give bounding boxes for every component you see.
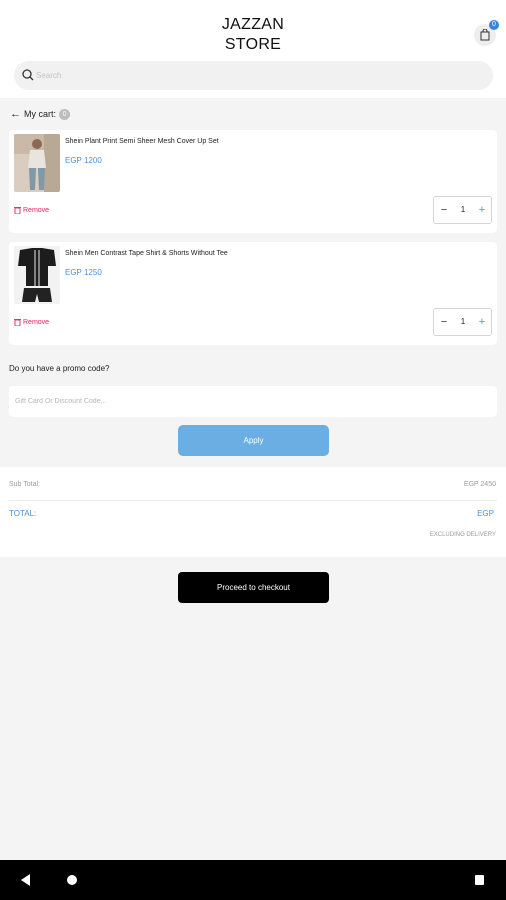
system-navigation-bar	[0, 860, 506, 900]
product-price: EGP 1200	[65, 156, 102, 165]
remove-label: Remove	[23, 318, 50, 326]
total-value: EGP	[477, 509, 494, 518]
quantity-stepper: − 1 +	[433, 308, 492, 336]
back-arrow-icon[interactable]: ←	[10, 109, 21, 120]
cart-title: My cart	[24, 109, 54, 119]
nav-back-icon[interactable]	[21, 874, 30, 886]
product-photo-black-shirt-shorts-icon	[14, 246, 60, 304]
remove-button[interactable]: Remove	[14, 318, 49, 326]
search-icon	[22, 69, 34, 81]
trash-icon	[14, 319, 21, 326]
nav-recents-icon[interactable]	[475, 875, 484, 885]
cart-count-badge: 0	[59, 108, 71, 120]
product-image[interactable]	[14, 246, 60, 304]
summary-divider	[9, 500, 497, 501]
increase-quantity-button[interactable]: +	[474, 201, 490, 219]
product-name[interactable]: Shein Plant Print Semi Sheer Mesh Cover …	[65, 138, 219, 145]
subtotal-value: EGP 2450	[463, 481, 496, 488]
brand-line-1: JAZZAN	[221, 16, 285, 33]
remove-label: Remove	[23, 206, 50, 214]
remove-button[interactable]: Remove	[14, 206, 49, 214]
store-logo[interactable]: JAZZAN STORE	[203, 15, 303, 55]
product-name[interactable]: Shein Men Contrast Tape Shirt & Shorts W…	[65, 250, 228, 257]
increase-quantity-button[interactable]: +	[474, 313, 490, 331]
cart-item: Shein Plant Print Semi Sheer Mesh Cover …	[9, 130, 497, 233]
promo-code-label: Do you have a promo code?	[9, 364, 110, 373]
decrease-quantity-button[interactable]: −	[436, 313, 452, 331]
trash-icon	[14, 207, 21, 214]
shopping-bag-icon	[480, 29, 490, 41]
promo-code-input[interactable]	[9, 386, 497, 417]
subtotal-label: Sub Total:	[9, 481, 41, 488]
delivery-note: EXCLUDING DELIVERY	[429, 532, 496, 538]
brand-line-2: STORE	[224, 36, 282, 53]
quantity-value: 1	[460, 317, 466, 326]
quantity-value: 1	[460, 205, 466, 214]
nav-home-icon[interactable]	[67, 875, 77, 885]
product-price: EGP 1250	[65, 268, 102, 277]
order-summary: Sub Total: EGP 2450 TOTAL: EGP EXCLUDING…	[0, 467, 506, 557]
product-photo-beige-coverup-icon	[14, 134, 60, 192]
app-header: JAZZAN STORE 0	[0, 0, 506, 98]
decrease-quantity-button[interactable]: −	[436, 201, 452, 219]
total-label: TOTAL:	[9, 509, 37, 518]
bag-count-badge: 0	[489, 20, 499, 30]
search-input[interactable]	[36, 66, 476, 85]
apply-promo-button[interactable]: Apply	[178, 425, 329, 456]
cart-item: Shein Men Contrast Tape Shirt & Shorts W…	[9, 242, 497, 345]
cart-header: ← My cart: 0	[10, 107, 71, 121]
product-image[interactable]	[14, 134, 60, 192]
quantity-stepper: − 1 +	[433, 196, 492, 224]
search-bar[interactable]	[14, 61, 493, 90]
proceed-to-checkout-button[interactable]: Proceed to checkout	[178, 572, 329, 603]
